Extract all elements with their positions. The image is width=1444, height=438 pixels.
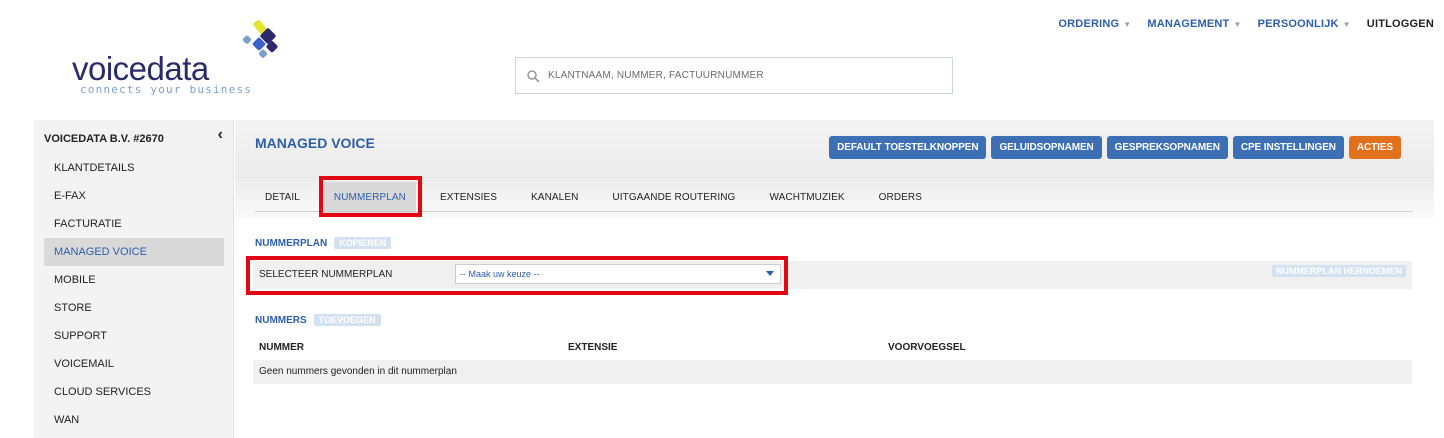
chevron-left-icon[interactable]: ‹ — [218, 126, 223, 144]
sidebar-item-wan[interactable]: WAN — [44, 406, 224, 434]
tab-bar: DETAIL NUMMERPLAN EXTENSIES KANALEN UITG… — [255, 182, 946, 213]
sidebar-item-cloud-services[interactable]: CLOUD SERVICES — [44, 378, 224, 406]
sidebar-item-support[interactable]: SUPPORT — [44, 322, 224, 350]
search-input[interactable] — [548, 70, 928, 81]
tabs-area: DETAIL NUMMERPLAN EXTENSIES KANALEN UITG… — [235, 178, 1434, 218]
nummerplan-hernoemen-button[interactable]: NUMMERPLAN HERNOEMEN — [1272, 265, 1406, 277]
sidebar-item-facturatie[interactable]: FACTURATIE — [44, 210, 224, 238]
main-content: MANAGED VOICE DEFAULT TOESTELKNOPPEN GEL… — [235, 120, 1434, 438]
sidebar-item-klantdetails[interactable]: KLANTDETAILS — [44, 154, 224, 182]
geluidsopnamen-button[interactable]: GELUIDSOPNAMEN — [991, 136, 1102, 159]
nummerplan-heading: NUMMERPLAN — [255, 237, 328, 249]
nav-logout[interactable]: UITLOGGEN — [1367, 18, 1434, 30]
column-extensie: EXTENSIE — [568, 342, 618, 353]
nav-management-label: MANAGEMENT — [1147, 18, 1230, 30]
nummerplan-select-value: -- Maak uw keuze -- — [460, 269, 540, 279]
logo[interactable]: voicedata connects your business — [72, 20, 292, 100]
tab-extensies[interactable]: EXTENSIES — [430, 182, 507, 213]
search-box[interactable] — [515, 57, 953, 94]
tab-divider — [255, 211, 1413, 212]
column-voorvoegsel: VOORVOEGSEL — [888, 342, 966, 353]
sidebar-item-managed-voice[interactable]: MANAGED VOICE — [44, 238, 224, 266]
sidebar: VOICEDATA B.V. #2670 ‹ KLANTDETAILS E-FA… — [34, 120, 234, 438]
select-nummerplan-label: SELECTEER NUMMERPLAN — [259, 269, 393, 280]
sidebar-item-store[interactable]: STORE — [44, 294, 224, 322]
sidebar-menu: KLANTDETAILS E-FAX FACTURATIE MANAGED VO… — [44, 154, 224, 434]
sidebar-item-voicemail[interactable]: VOICEMAIL — [44, 350, 224, 378]
dropdown-arrow-icon — [766, 271, 774, 276]
caret-down-icon: ▼ — [1233, 19, 1242, 29]
nav-ordering-label: ORDERING — [1058, 18, 1120, 30]
cpe-instellingen-button[interactable]: CPE INSTELLINGEN — [1232, 136, 1344, 159]
gespreksopnamen-button[interactable]: GESPREKSOPNAMEN — [1106, 136, 1228, 159]
nav-ordering[interactable]: ORDERING ▼ — [1058, 18, 1131, 30]
nummers-section-header: NUMMERS TOEVOEGEN — [255, 314, 381, 326]
column-nummer: NUMMER — [259, 342, 304, 353]
nummerplan-select-row: SELECTEER NUMMERPLAN -- Maak uw keuze --… — [253, 261, 1412, 289]
action-buttons: DEFAULT TOESTELKNOPPEN GELUIDSOPNAMEN GE… — [829, 136, 1401, 159]
main-header: MANAGED VOICE DEFAULT TOESTELKNOPPEN GEL… — [235, 120, 1434, 178]
table-header: NUMMER EXTENSIE VOORVOEGSEL — [253, 342, 1412, 360]
page-title: MANAGED VOICE — [255, 135, 375, 151]
caret-down-icon: ▼ — [1123, 19, 1132, 29]
acties-button[interactable]: ACTIES — [1348, 136, 1401, 159]
kopieren-button[interactable]: KOPIEREN — [334, 237, 392, 249]
tab-detail[interactable]: DETAIL — [255, 182, 310, 213]
tab-uitgaande-routering[interactable]: UITGAANDE ROUTERING — [602, 182, 745, 213]
search-icon — [527, 69, 540, 83]
toevoegen-button[interactable]: TOEVOEGEN — [313, 314, 381, 326]
tab-nummerplan[interactable]: NUMMERPLAN — [323, 182, 416, 213]
tab-kanalen[interactable]: KANALEN — [521, 182, 588, 213]
caret-down-icon: ▼ — [1342, 19, 1351, 29]
sidebar-item-mobile[interactable]: MOBILE — [44, 266, 224, 294]
nav-logout-label: UITLOGGEN — [1366, 18, 1434, 30]
sidebar-title: VOICEDATA B.V. #2670 — [44, 133, 164, 145]
sidebar-header: VOICEDATA B.V. #2670 ‹ — [34, 120, 233, 154]
top-navigation: ORDERING ▼ MANAGEMENT ▼ PERSOONLIJK ▼ UI… — [1058, 18, 1434, 30]
nummerplan-section-header: NUMMERPLAN KOPIEREN — [255, 237, 392, 249]
logo-mark-icon — [242, 20, 278, 58]
tab-wachtmuziek[interactable]: WACHTMUZIEK — [759, 182, 854, 213]
nummerplan-select[interactable]: -- Maak uw keuze -- — [455, 264, 781, 284]
sidebar-item-e-fax[interactable]: E-FAX — [44, 182, 224, 210]
default-toestelknoppen-button[interactable]: DEFAULT TOESTELKNOPPEN — [829, 136, 987, 159]
table-row-empty: Geen nummers gevonden in dit nummerplan — [253, 360, 1412, 384]
nav-management[interactable]: MANAGEMENT ▼ — [1147, 18, 1241, 30]
tab-orders[interactable]: ORDERS — [869, 182, 932, 213]
nav-persoonlijk-label: PERSOONLIJK — [1257, 18, 1339, 30]
nav-persoonlijk[interactable]: PERSOONLIJK ▼ — [1258, 18, 1351, 30]
logo-tagline: connects your business — [80, 83, 253, 96]
nummers-heading: NUMMERS — [255, 314, 307, 326]
